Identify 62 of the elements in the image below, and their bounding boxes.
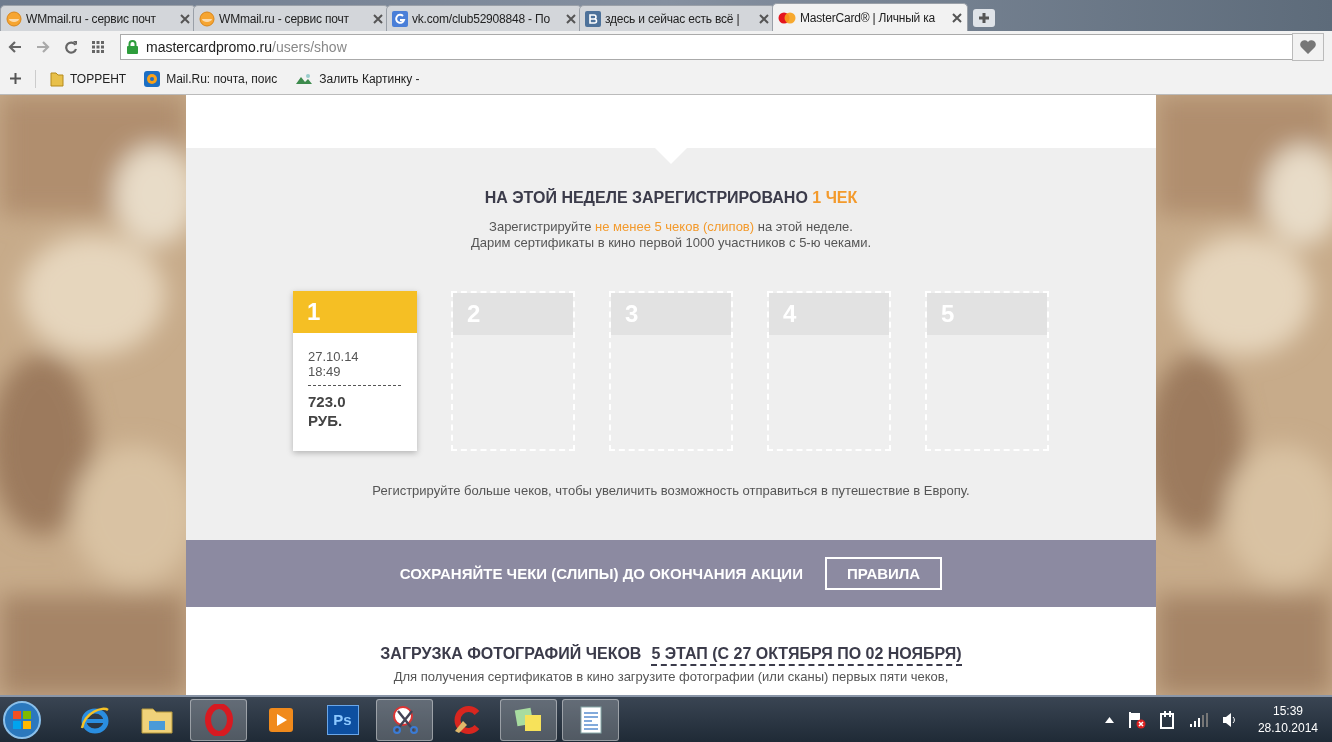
bookmark-button[interactable]	[1292, 33, 1324, 61]
back-icon[interactable]	[8, 40, 22, 54]
browser-tab[interactable]: vk.com/club52908848 - По	[386, 5, 582, 31]
address-bar[interactable]: mastercardpromo.ru/users/show	[120, 34, 1293, 60]
bookmark-title: ТОРРЕНТ	[70, 71, 127, 86]
receipt-amount: 723.0 РУБ.	[308, 385, 401, 430]
close-icon[interactable]	[759, 13, 769, 24]
bookmark-item[interactable]: Mail.Ru: почта, поис	[144, 70, 278, 87]
start-button[interactable]	[2, 699, 42, 740]
banner-text: СОХРАНЯЙТЕ ЧЕКИ (СЛИПЫ) ДО ОКОНЧАНИЯ АКЦИИ	[399, 565, 803, 582]
new-tab-button[interactable]	[973, 9, 995, 27]
landscape-icon	[295, 71, 314, 86]
receipt-number: 1	[307, 298, 321, 326]
taskbar-app[interactable]: Ps	[314, 698, 371, 741]
browser-tab[interactable]: WMmail.ru - сервис почт	[193, 5, 389, 31]
tab-title: vk.com/club52908848 - По	[412, 11, 551, 26]
sticky-notes-icon	[513, 705, 544, 734]
document-icon	[577, 704, 604, 735]
note-text: Регистрируйте больше чеков, чтобы увеличить возможность отправиться в путешествие в Европу.	[372, 483, 970, 498]
bookmark-item[interactable]: ТОРРЕНТ	[50, 70, 127, 87]
subtitle-text: Дарим сертификаты в кино первой 1000 участников с 5-ю чеками.	[470, 235, 872, 251]
ball-icon	[199, 10, 215, 27]
plus-icon[interactable]	[10, 73, 21, 84]
at-sign-icon	[144, 70, 161, 87]
plus-icon	[978, 12, 990, 24]
taskbar-app[interactable]	[500, 698, 557, 741]
taskbar-app[interactable]	[562, 698, 619, 741]
close-icon[interactable]	[180, 13, 190, 24]
tab-title: WMmail.ru - сервис почт	[219, 11, 350, 26]
week-heading: НА ЭТОЙ НЕДЕЛЕ ЗАРЕГИСТРИРОВАНО 1 ЧЕК	[484, 189, 858, 207]
signal-bars-icon[interactable]	[1189, 712, 1208, 727]
upload-text: Для получения сертификатов в кино загрузите фотографии (или сканы) первых пяти чеков,	[393, 669, 949, 684]
ball-icon	[6, 10, 22, 27]
tab-title: MasterCard® | Личный ка	[800, 10, 937, 25]
upload-heading: ЗАГРУЗКА ФОТОГРАФИЙ ЧЕКОВ	[380, 645, 642, 664]
caret-up-icon[interactable]	[1104, 716, 1114, 723]
subtitle-text: Зарегистрируйте не менее 5 чеков (слипов) на этой неделе.	[488, 219, 854, 235]
bookmark-title: Залить Картинку -	[319, 71, 420, 86]
taskbar-app[interactable]	[376, 698, 433, 741]
receipt-date: 27.10.14 18:49	[307, 348, 360, 379]
tab-title: WMmail.ru - сервис почт	[26, 11, 157, 26]
browser-tab[interactable]: WMmail.ru - сервис почт	[0, 5, 196, 31]
stage-link[interactable]: 5 ЭТАП (С 27 ОКТЯБРЯ ПО 02 НОЯБРЯ)	[651, 645, 962, 666]
reload-icon[interactable]	[64, 40, 78, 54]
url-text: mastercardpromo.ru/users/show	[146, 39, 347, 55]
lock-icon	[127, 40, 138, 54]
flag-error-icon[interactable]	[1127, 710, 1146, 729]
browser-tab[interactable]: здесь и сейчас есть всё |	[579, 5, 775, 31]
clock[interactable]: 15:39 28.10.2014	[1257, 702, 1318, 737]
folder-icon	[50, 70, 64, 87]
close-icon[interactable]	[952, 12, 962, 23]
tab-title: здесь и сейчас есть всё |	[605, 11, 741, 26]
photoshop-icon: Ps	[326, 704, 359, 735]
close-icon[interactable]	[373, 13, 383, 24]
speaker-icon[interactable]	[1221, 711, 1236, 728]
browser-tab[interactable]: MasterCard® | Личный ка	[772, 3, 968, 31]
bookmark-title: Mail.Ru: почта, поис	[166, 71, 278, 86]
close-icon[interactable]	[566, 13, 576, 24]
folder-icon	[140, 705, 173, 734]
bookmark-item[interactable]: Залить Картинку -	[295, 71, 420, 86]
heart-icon	[1299, 39, 1317, 55]
apps-grid-icon[interactable]	[92, 41, 104, 53]
